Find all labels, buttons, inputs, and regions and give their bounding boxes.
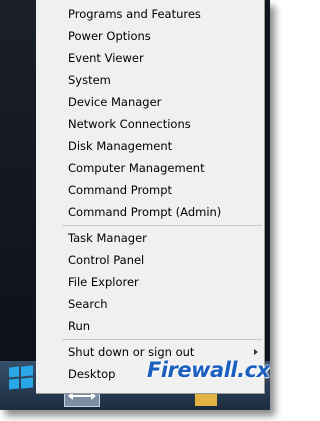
menu-item-programs-and-features[interactable]: Programs and Features — [36, 4, 265, 24]
menu-item-label: Search — [68, 297, 108, 311]
desktop-screenshot: Programs and Features Power Options Even… — [0, 0, 270, 410]
menu-item-label: Disk Management — [68, 139, 173, 153]
menu-item-run[interactable]: Run — [36, 316, 265, 336]
menu-item-file-explorer[interactable]: File Explorer — [36, 272, 265, 292]
menu-item-search[interactable]: Search — [36, 294, 265, 314]
menu-separator — [62, 339, 262, 340]
menu-item-label: System — [68, 73, 111, 87]
menu-item-computer-management[interactable]: Computer Management — [36, 158, 265, 178]
menu-item-power-options[interactable]: Power Options — [36, 26, 265, 46]
menu-item-label: Network Connections — [68, 117, 191, 131]
watermark-logo: Firewall.cx — [147, 358, 270, 382]
menu-item-event-viewer[interactable]: Event Viewer — [36, 48, 265, 68]
quick-link-menu: Programs and Features Power Options Even… — [36, 0, 265, 394]
windows-logo-icon[interactable] — [9, 365, 33, 391]
desktop-background — [0, 0, 36, 394]
menu-item-label: Run — [68, 319, 91, 333]
menu-item-device-manager[interactable]: Device Manager — [36, 92, 265, 112]
menu-item-label: File Explorer — [68, 275, 139, 289]
menu-item-control-panel[interactable]: Control Panel — [36, 250, 265, 270]
menu-item-label: Desktop — [68, 367, 116, 381]
chevron-right-icon — [254, 349, 258, 355]
menu-item-label: Programs and Features — [68, 7, 201, 21]
menu-item-label: Power Options — [68, 29, 151, 43]
menu-item-label: Control Panel — [68, 253, 145, 267]
menu-item-disk-management[interactable]: Disk Management — [36, 136, 265, 156]
menu-item-command-prompt[interactable]: Command Prompt — [36, 180, 265, 200]
menu-item-label: Command Prompt (Admin) — [68, 205, 222, 219]
menu-item-label: Device Manager — [68, 95, 162, 109]
menu-item-task-manager[interactable]: Task Manager — [36, 228, 265, 248]
menu-item-label: Computer Management — [68, 161, 205, 175]
menu-item-label: Event Viewer — [68, 51, 144, 65]
menu-item-network-connections[interactable]: Network Connections — [36, 114, 265, 134]
menu-item-label: Task Manager — [68, 231, 147, 245]
menu-item-label: Command Prompt — [68, 183, 173, 197]
menu-separator — [62, 225, 262, 226]
menu-item-command-prompt-admin[interactable]: Command Prompt (Admin) — [36, 202, 265, 222]
desktop-background-right — [265, 0, 270, 394]
menu-item-system[interactable]: System — [36, 70, 265, 90]
